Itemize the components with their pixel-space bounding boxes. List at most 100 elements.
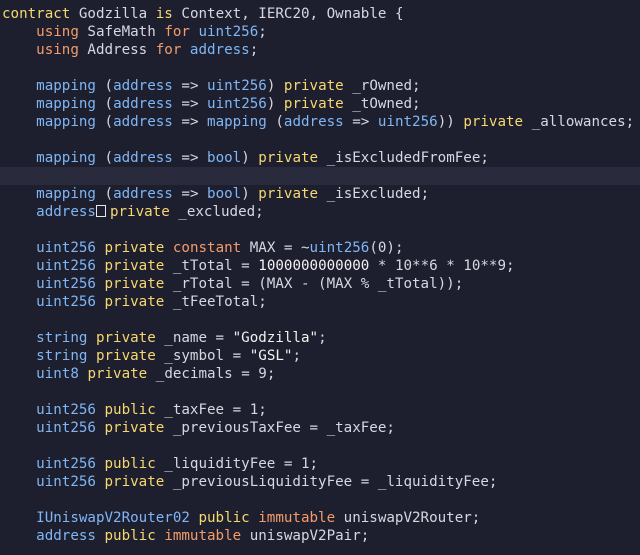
- code-token: mapping: [36, 150, 96, 166]
- code-token: uint256: [207, 96, 267, 112]
- code-token: _isExcluded;: [318, 186, 430, 202]
- code-line[interactable]: [0, 59, 640, 77]
- code-token: _decimals = 9;: [147, 366, 276, 382]
- code-line[interactable]: [0, 437, 640, 455]
- code-token: uint256: [207, 78, 267, 94]
- code-line[interactable]: using SafeMath for uint256;: [0, 23, 640, 41]
- code-token: for: [164, 24, 190, 40]
- code-token: mapping: [36, 114, 96, 130]
- code-line[interactable]: [0, 131, 640, 149]
- code-line[interactable]: uint256 public _liquidityFee = 1;: [0, 455, 640, 473]
- code-line[interactable]: mapping (address => uint256) private _tO…: [0, 95, 640, 113]
- code-token: _tTotal =: [164, 258, 259, 274]
- code-token: ): [266, 96, 284, 112]
- code-line[interactable]: uint256 private _rTotal = (MAX - (MAX % …: [0, 275, 640, 293]
- code-token: uint256: [36, 240, 96, 256]
- code-token: _liquidityFee = 1;: [155, 456, 319, 472]
- code-token: (: [95, 114, 114, 130]
- code-token: =>: [172, 78, 208, 94]
- code-token: private: [283, 78, 344, 94]
- code-token: _rOwned;: [343, 78, 421, 94]
- code-line[interactable]: contract Godzilla is Context, IERC20, Ow…: [0, 5, 640, 23]
- code-line[interactable]: using Address for address;: [0, 41, 640, 59]
- code-token: address: [283, 114, 344, 130]
- code-token: private: [104, 294, 165, 310]
- code-line[interactable]: [0, 383, 640, 401]
- code-token: _rTotal = (MAX - (MAX % _tTotal));: [164, 276, 464, 292]
- code-token: uint256: [36, 294, 96, 310]
- code-token: _taxFee = 1;: [155, 402, 267, 418]
- code-token: =>: [343, 114, 378, 130]
- code-line[interactable]: string private _symbol = "GSL";: [0, 347, 640, 365]
- code-token: private: [104, 276, 165, 292]
- code-token: private: [283, 96, 344, 112]
- code-line[interactable]: mapping (address => uint256) private _rO…: [0, 77, 640, 95]
- code-token: MAX = ~: [241, 240, 310, 256]
- code-token: private: [109, 204, 170, 220]
- code-line[interactable]: address public immutable uniswapV2Pair;: [0, 527, 640, 545]
- code-token: ): [266, 78, 284, 94]
- code-token: private: [104, 420, 165, 436]
- code-token: _allowances;: [523, 114, 635, 130]
- code-token: "Godzilla": [232, 330, 319, 346]
- code-line[interactable]: mapping (address => bool) private _isExc…: [0, 185, 640, 203]
- code-token: uint256: [189, 24, 259, 40]
- code-token: =>: [172, 114, 208, 130]
- code-token: bool: [207, 186, 242, 202]
- code-line[interactable]: uint256 private _previousTaxFee = _taxFe…: [0, 419, 640, 437]
- code-line[interactable]: mapping (address => bool) private _isExc…: [0, 149, 640, 167]
- code-line[interactable]: address private _excluded;: [0, 203, 640, 221]
- code-token: address: [36, 204, 96, 220]
- code-token: address: [36, 528, 96, 544]
- code-line[interactable]: [0, 167, 640, 185]
- code-line[interactable]: uint256 private constant MAX = ~uint256(…: [0, 239, 640, 257]
- code-line[interactable]: string private _name = "Godzilla";: [0, 329, 640, 347]
- code-token: _previousLiquidityFee = _liquidityFee;: [164, 474, 498, 490]
- code-token: ): [241, 150, 259, 166]
- code-token: (: [95, 150, 114, 166]
- code-token: IUniswapV2Router02: [36, 510, 190, 526]
- code-token: _name =: [155, 330, 233, 346]
- code-line[interactable]: uint256 public _taxFee = 1;: [0, 401, 640, 419]
- code-token: uint256: [36, 402, 96, 418]
- code-line[interactable]: [0, 221, 640, 239]
- code-token: private: [104, 474, 165, 490]
- code-token: public: [104, 528, 156, 544]
- code-token: ;: [292, 348, 301, 364]
- code-token: ): [241, 186, 259, 202]
- code-token: private: [104, 240, 165, 256]
- code-line[interactable]: [0, 311, 640, 329]
- code-line[interactable]: uint256 private _previousLiquidityFee = …: [0, 473, 640, 491]
- code-line[interactable]: IUniswapV2Router02 public immutable unis…: [0, 509, 640, 527]
- code-line[interactable]: uint256 private _tFeeTotal;: [0, 293, 640, 311]
- code-token: * 10**6 * 10**9;: [369, 258, 515, 274]
- code-line[interactable]: uint256 private _tTotal = 1000000000000 …: [0, 257, 640, 275]
- array-brackets-glyph: [95, 205, 106, 217]
- code-token: =>: [172, 150, 208, 166]
- code-line[interactable]: [0, 491, 640, 509]
- code-token: uint256: [309, 240, 370, 256]
- code-line[interactable]: mapping (address => mapping (address => …: [0, 113, 640, 131]
- code-token: ;: [318, 330, 327, 346]
- code-token: address: [113, 150, 173, 166]
- code-line[interactable]: uint8 private _decimals = 9;: [0, 365, 640, 383]
- code-editor[interactable]: contract Godzilla is Context, IERC20, Ow…: [0, 0, 640, 555]
- code-token: mapping: [36, 96, 96, 112]
